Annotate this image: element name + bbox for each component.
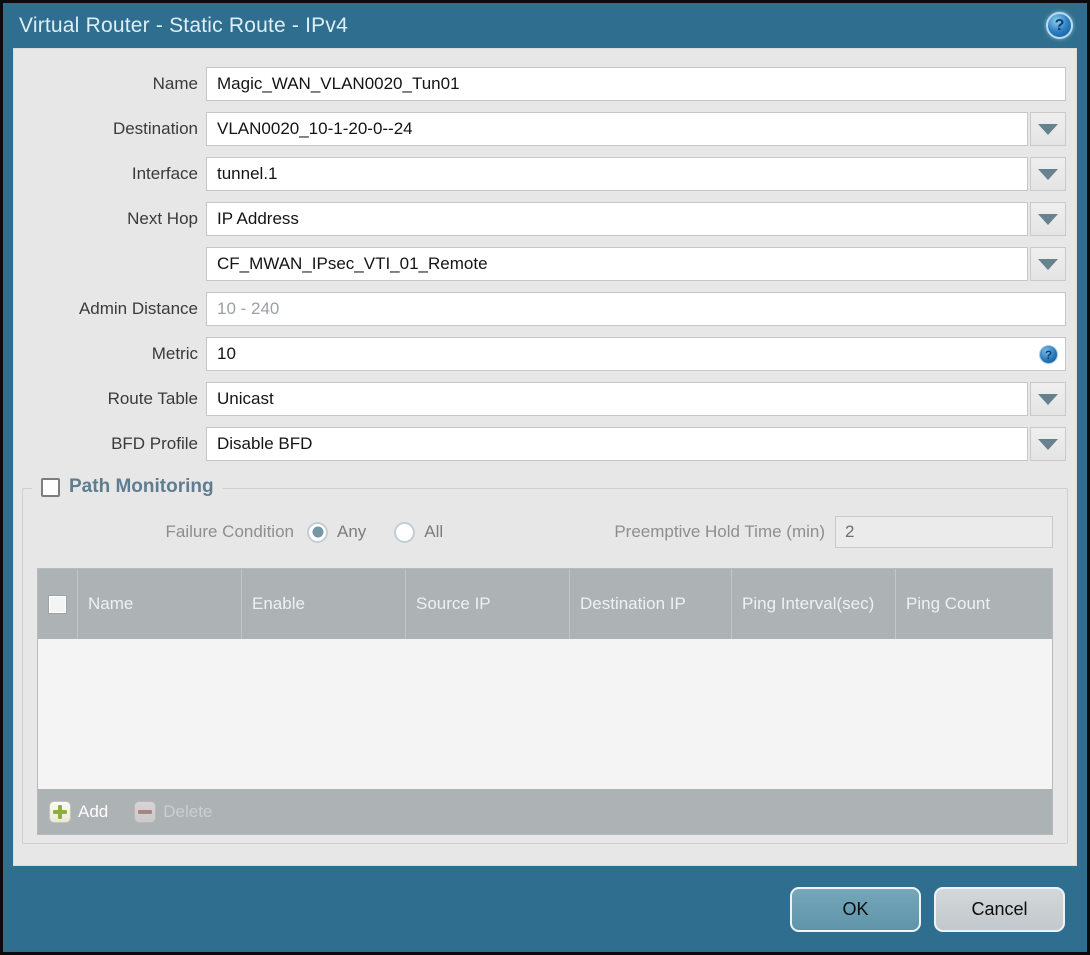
admin-distance-input[interactable] bbox=[206, 292, 1066, 326]
chevron-down-icon bbox=[1038, 168, 1058, 180]
path-monitoring-group: Path Monitoring Failure Condition Any Al… bbox=[22, 476, 1068, 844]
chevron-down-icon bbox=[1038, 258, 1058, 270]
cancel-button[interactable]: Cancel bbox=[934, 886, 1065, 932]
delete-button[interactable]: Delete bbox=[134, 800, 213, 823]
chevron-down-icon bbox=[1038, 213, 1058, 225]
interface-label: Interface bbox=[131, 164, 198, 183]
next-hop-address-input[interactable] bbox=[206, 247, 1028, 281]
route-table-label: Route Table bbox=[107, 389, 198, 408]
path-monitoring-table-body[interactable] bbox=[38, 639, 1052, 789]
preemptive-hold-time-label: Preemptive Hold Time (min) bbox=[614, 522, 825, 541]
destination-label: Destination bbox=[112, 119, 198, 138]
destination-field-wrap bbox=[206, 112, 1066, 146]
path-monitoring-table-toolbar: Add Delete bbox=[38, 789, 1052, 834]
next-hop-address-field-wrap bbox=[206, 247, 1066, 281]
metric-info-icon[interactable]: ? bbox=[1039, 345, 1058, 364]
plus-icon bbox=[49, 800, 71, 823]
bfd-profile-dropdown-button[interactable] bbox=[1030, 427, 1066, 461]
failure-condition-any-label: Any bbox=[337, 522, 367, 541]
select-all-checkbox[interactable] bbox=[49, 595, 66, 613]
bfd-profile-input[interactable] bbox=[206, 427, 1028, 461]
destination-input[interactable] bbox=[206, 112, 1028, 146]
path-monitoring-table: Name Enable Source IP Destination IP Pin… bbox=[37, 568, 1053, 835]
dialog-titlebar: Virtual Router - Static Route - IPv4 ? bbox=[3, 3, 1087, 48]
chevron-down-icon bbox=[1038, 393, 1058, 405]
next-hop-type-input[interactable] bbox=[206, 202, 1028, 236]
failure-condition-all-radio[interactable] bbox=[394, 521, 416, 543]
metric-field-wrap: ? bbox=[206, 337, 1066, 371]
metric-row: Metric ? bbox=[14, 337, 1076, 371]
admin-distance-label: Admin Distance bbox=[78, 299, 198, 318]
column-header-ping-count[interactable]: Ping Count bbox=[895, 569, 1052, 639]
column-header-source-ip[interactable]: Source IP bbox=[405, 569, 569, 639]
interface-input[interactable] bbox=[206, 157, 1028, 191]
interface-row: Interface bbox=[14, 157, 1076, 191]
dialog-body: Name Destination Interface bbox=[13, 48, 1077, 866]
next-hop-address-row bbox=[14, 247, 1076, 281]
column-header-ping-interval[interactable]: Ping Interval(sec) bbox=[731, 569, 895, 639]
cancel-button-label: Cancel bbox=[971, 898, 1028, 919]
name-label: Name bbox=[152, 74, 198, 93]
admin-distance-row: Admin Distance bbox=[14, 292, 1076, 326]
dialog-footer: OK Cancel bbox=[3, 866, 1087, 952]
dialog-title: Virtual Router - Static Route - IPv4 bbox=[19, 13, 348, 37]
delete-button-label: Delete bbox=[163, 801, 213, 821]
failure-condition-all-label: All bbox=[424, 522, 444, 541]
add-button[interactable]: Add bbox=[49, 800, 109, 823]
name-input[interactable] bbox=[206, 67, 1066, 101]
next-hop-label: Next Hop bbox=[127, 209, 198, 228]
ok-button[interactable]: OK bbox=[790, 886, 921, 932]
path-monitoring-title: Path Monitoring bbox=[69, 476, 214, 497]
select-all-header-cell bbox=[38, 569, 77, 639]
help-icon[interactable]: ? bbox=[1046, 12, 1073, 39]
failure-condition-label: Failure Condition bbox=[165, 522, 294, 541]
route-table-row: Route Table bbox=[14, 382, 1076, 416]
name-field-wrap bbox=[206, 67, 1066, 101]
column-header-enable[interactable]: Enable bbox=[241, 569, 405, 639]
column-header-destination-ip[interactable]: Destination IP bbox=[569, 569, 731, 639]
preemptive-hold-time-input[interactable] bbox=[835, 516, 1053, 548]
column-header-name[interactable]: Name bbox=[77, 569, 241, 639]
chevron-down-icon bbox=[1038, 123, 1058, 135]
next-hop-field-wrap bbox=[206, 202, 1066, 236]
minus-icon bbox=[134, 800, 157, 823]
next-hop-type-dropdown-button[interactable] bbox=[1030, 202, 1066, 236]
route-table-input[interactable] bbox=[206, 382, 1028, 416]
destination-row: Destination bbox=[14, 112, 1076, 146]
add-button-label: Add bbox=[78, 801, 109, 821]
path-monitoring-legend: Path Monitoring bbox=[32, 476, 223, 498]
static-route-dialog: Virtual Router - Static Route - IPv4 ? N… bbox=[0, 0, 1090, 955]
metric-info-glyph: ? bbox=[1044, 347, 1053, 362]
metric-input[interactable] bbox=[206, 337, 1066, 371]
next-hop-row: Next Hop bbox=[14, 202, 1076, 236]
path-monitoring-table-header: Name Enable Source IP Destination IP Pin… bbox=[38, 569, 1052, 639]
admin-distance-field-wrap bbox=[206, 292, 1066, 326]
destination-dropdown-button[interactable] bbox=[1030, 112, 1066, 146]
next-hop-address-dropdown-button[interactable] bbox=[1030, 247, 1066, 281]
route-table-dropdown-button[interactable] bbox=[1030, 382, 1066, 416]
help-icon-glyph: ? bbox=[1054, 16, 1065, 34]
metric-label: Metric bbox=[151, 344, 198, 363]
failure-condition-any-radio[interactable] bbox=[307, 521, 328, 543]
bfd-profile-label: BFD Profile bbox=[111, 434, 198, 453]
route-table-field-wrap bbox=[206, 382, 1066, 416]
chevron-down-icon bbox=[1038, 438, 1058, 450]
name-row: Name bbox=[14, 67, 1076, 101]
ok-button-label: OK bbox=[842, 898, 869, 919]
interface-dropdown-button[interactable] bbox=[1030, 157, 1066, 191]
bfd-profile-row: BFD Profile bbox=[14, 427, 1076, 461]
interface-field-wrap bbox=[206, 157, 1066, 191]
bfd-profile-field-wrap bbox=[206, 427, 1066, 461]
path-monitoring-checkbox[interactable] bbox=[41, 477, 60, 497]
failure-condition-row: Failure Condition Any All Preemptive Hol… bbox=[23, 515, 1067, 549]
